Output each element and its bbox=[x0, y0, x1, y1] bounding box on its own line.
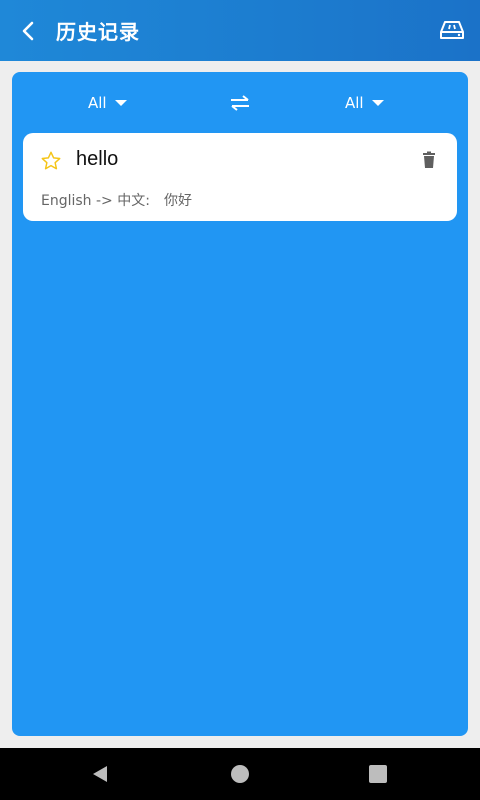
top-app-bar: 历史记录 bbox=[0, 0, 480, 61]
page-title: 历史记录 bbox=[56, 20, 140, 44]
clear-history-button[interactable] bbox=[436, 14, 468, 46]
translation-result: 你好 bbox=[163, 193, 192, 209]
trash-icon bbox=[423, 151, 435, 168]
history-panel: All All hello English -> 中文: 你好 bbox=[12, 72, 468, 736]
source-language-select[interactable]: All bbox=[88, 90, 127, 116]
nav-home-button[interactable] bbox=[231, 765, 249, 783]
back-button[interactable] bbox=[0, 0, 56, 61]
history-detail: English -> 中文: 你好 bbox=[41, 190, 192, 210]
dropdown-caret-icon bbox=[114, 100, 127, 106]
triangle-back-icon bbox=[93, 766, 107, 782]
target-language-label: All bbox=[345, 94, 364, 112]
eraser-icon bbox=[440, 21, 464, 39]
app-root: 历史记录 All All hello English -> 中文: 你好 bbox=[0, 0, 480, 800]
nav-recents-button[interactable] bbox=[369, 765, 387, 783]
star-outline-icon bbox=[41, 151, 61, 170]
history-word: hello bbox=[76, 148, 119, 170]
swap-languages-button[interactable] bbox=[229, 90, 251, 116]
translation-direction: English -> 中文: bbox=[41, 193, 150, 209]
swap-icon bbox=[231, 95, 249, 111]
arrow-back-icon bbox=[22, 21, 34, 40]
favorite-button[interactable] bbox=[40, 150, 62, 172]
dropdown-caret-icon bbox=[371, 100, 384, 106]
delete-button[interactable] bbox=[421, 151, 437, 169]
source-language-label: All bbox=[88, 94, 107, 112]
nav-back-button[interactable] bbox=[91, 764, 109, 784]
language-filter-row: All All bbox=[12, 90, 468, 116]
history-item[interactable]: hello English -> 中文: 你好 bbox=[23, 133, 457, 221]
system-nav-bar bbox=[0, 748, 480, 800]
target-language-select[interactable]: All bbox=[345, 90, 384, 116]
